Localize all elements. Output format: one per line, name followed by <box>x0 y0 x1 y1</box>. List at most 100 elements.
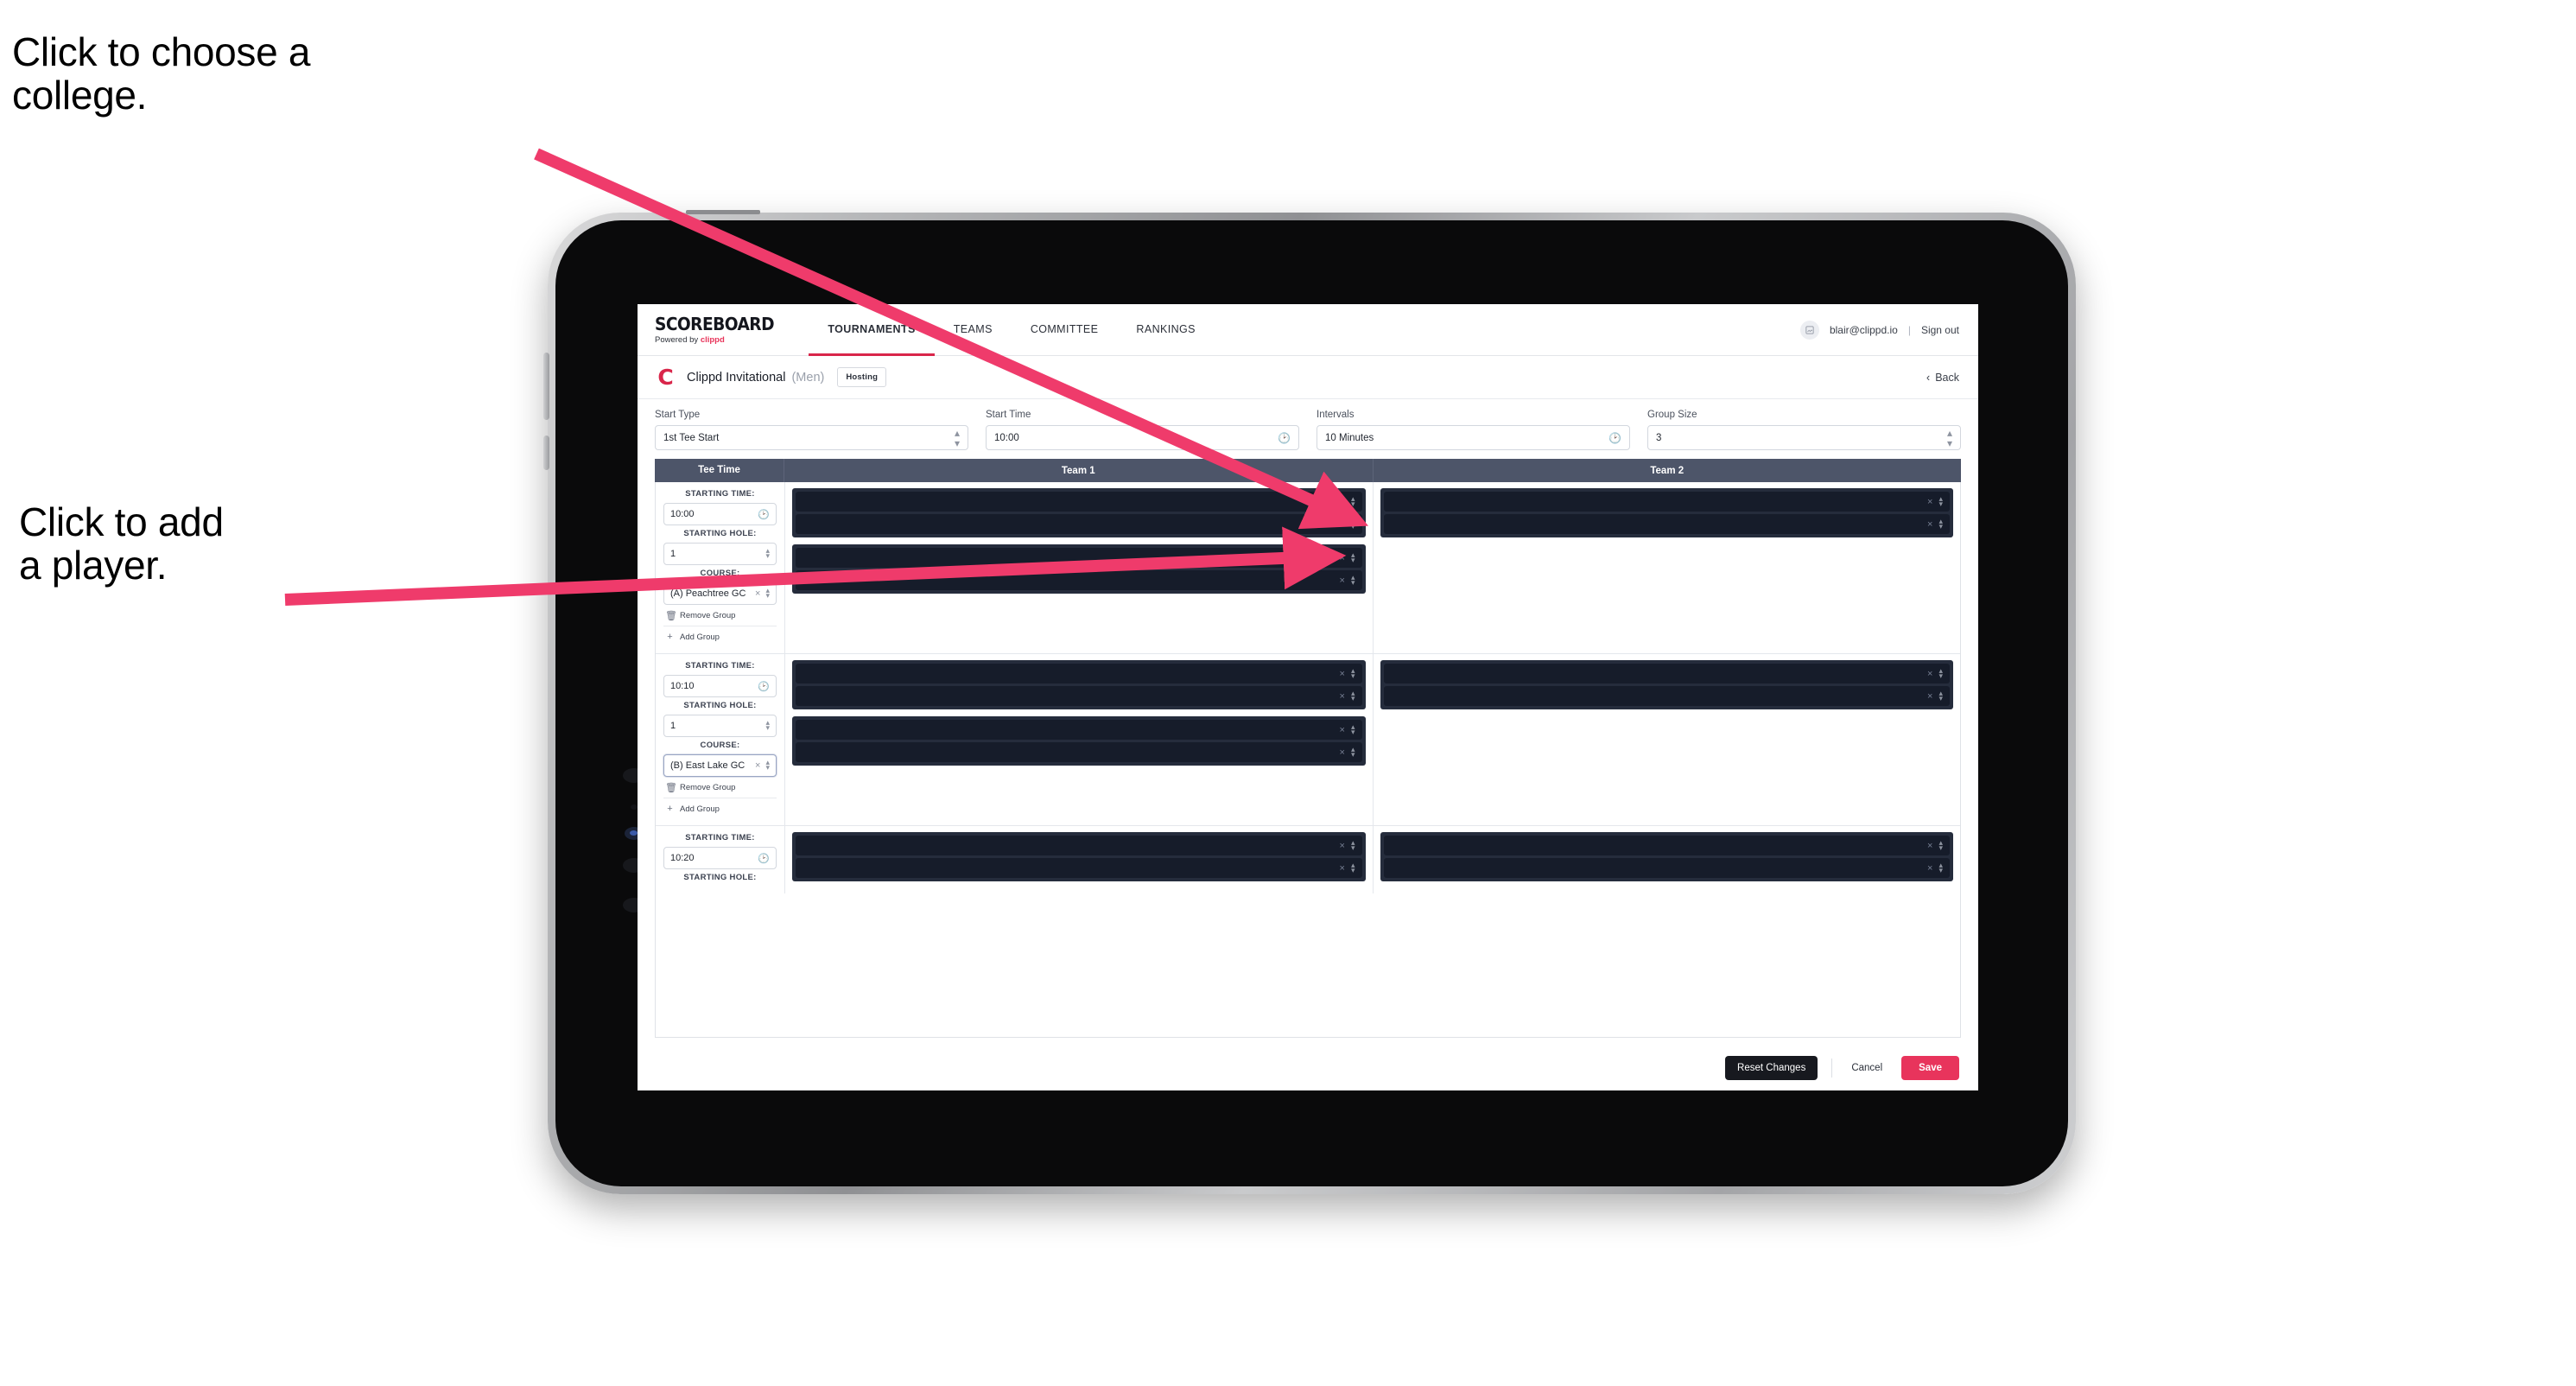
player-slot[interactable]: × ▴ ▾ <box>796 548 1362 568</box>
player-slot[interactable]: × ▴ ▾ <box>796 492 1362 512</box>
player-slot[interactable]: × ▴ ▾ <box>1383 664 1950 683</box>
clear-icon[interactable]: × <box>1927 691 1932 702</box>
player-group-team2[interactable]: × ▴ ▾ × ▴ ▾ <box>1380 832 1953 881</box>
clear-icon[interactable]: × <box>1340 669 1345 679</box>
player-group-team1[interactable]: × ▴ ▾ × ▴ ▾ <box>792 544 1366 594</box>
player-group-team1[interactable]: × ▴ ▾ × ▴ ▾ <box>792 660 1366 709</box>
brand-logo[interactable]: SCOREBOARD Powered by clippd <box>655 304 809 355</box>
player-slot[interactable]: × ▴ ▾ <box>1383 858 1950 878</box>
clock-icon[interactable]: 🕑 <box>758 681 770 692</box>
stepper-icon[interactable]: ▴ ▾ <box>1351 746 1355 758</box>
stepper-icon[interactable]: ▴ ▾ <box>1351 667 1355 679</box>
clear-icon[interactable]: × <box>1340 863 1345 874</box>
clear-icon[interactable]: × <box>755 760 760 771</box>
player-slot[interactable]: × ▴ ▾ <box>1383 686 1950 706</box>
stepper-icon[interactable]: ▴ ▾ <box>1938 495 1943 507</box>
save-button[interactable]: Save <box>1901 1055 1959 1080</box>
start-time-input[interactable]: 10:00 🕑 <box>986 425 1299 450</box>
clear-icon[interactable]: × <box>1340 553 1345 563</box>
player-slot[interactable]: × ▴ ▾ <box>796 836 1362 855</box>
stepper-icon[interactable]: ▴ ▾ <box>1351 723 1355 735</box>
stepper-icon[interactable]: ▴ ▾ <box>1938 861 1943 874</box>
clock-icon[interactable]: 🕑 <box>758 853 770 864</box>
stepper-icon[interactable]: ▴ ▾ <box>765 547 770 559</box>
nav-tab-committee[interactable]: COMMITTEE <box>1012 304 1118 356</box>
stepper-icon[interactable]: ▴ ▾ <box>1938 667 1943 679</box>
cancel-button[interactable]: Cancel <box>1846 1056 1888 1080</box>
start-type-select[interactable]: 1st Tee Start ▴ ▾ <box>655 425 968 450</box>
stepper-icon[interactable]: ▴ ▾ <box>1938 518 1943 530</box>
stepper-icon[interactable]: ▴ ▾ <box>1351 551 1355 563</box>
stepper-icon[interactable]: ▴ ▾ <box>1351 518 1355 530</box>
reset-changes-button[interactable]: Reset Changes <box>1725 1055 1818 1080</box>
nav-tab-tournaments[interactable]: TOURNAMENTS <box>809 304 935 356</box>
clear-icon[interactable]: × <box>1340 747 1345 758</box>
stepper-icon[interactable]: ▴ ▾ <box>1938 690 1943 702</box>
tee-sheet-body[interactable]: STARTING TIME: 10:00 🕑 STARTING HOLE: 1 ▴ ▾ COU… <box>655 482 1961 1038</box>
clock-icon[interactable]: 🕑 <box>1278 433 1291 443</box>
player-slot[interactable]: × ▴ ▾ <box>1383 514 1950 534</box>
stepper-icon[interactable]: ▴ ▾ <box>765 759 770 771</box>
player-group-team2[interactable]: × ▴ ▾ × ▴ ▾ <box>1380 488 1953 537</box>
clear-icon[interactable]: × <box>1340 691 1345 702</box>
clear-icon[interactable]: × <box>1340 497 1345 507</box>
player-group-team1[interactable]: × ▴ ▾ × ▴ ▾ <box>792 488 1366 537</box>
remove-group-button[interactable]: 🗑 Remove Group <box>663 605 777 626</box>
starting-hole-input[interactable]: 1 ▴ ▾ <box>663 543 777 565</box>
player-slot[interactable]: × ▴ ▾ <box>796 742 1362 762</box>
stepper-icon[interactable]: ▴ ▾ <box>1351 574 1355 586</box>
stepper-icon[interactable]: ▴ ▾ <box>1351 690 1355 702</box>
volume-up-button[interactable] <box>543 353 549 420</box>
stepper-icon[interactable]: ▴ ▾ <box>765 587 770 599</box>
player-slot[interactable]: × ▴ ▾ <box>796 514 1362 534</box>
group-size-stepper[interactable]: 3 ▴ ▾ <box>1647 425 1961 450</box>
back-button[interactable]: ‹ Back <box>1926 372 1959 384</box>
starting-hole-input[interactable]: 1 ▴ ▾ <box>663 715 777 737</box>
starting-time-input[interactable]: 10:00 🕑 <box>663 503 777 525</box>
intervals-input[interactable]: 10 Minutes 🕑 <box>1317 425 1630 450</box>
clear-icon[interactable]: × <box>1927 497 1932 507</box>
stepper-icon[interactable]: ▴ ▾ <box>955 428 960 448</box>
stepper-icon[interactable]: ▴ ▾ <box>1351 861 1355 874</box>
starting-time-input[interactable]: 10:20 🕑 <box>663 847 777 869</box>
player-slot[interactable]: × ▴ ▾ <box>796 664 1362 683</box>
clear-icon[interactable]: × <box>755 588 760 599</box>
sign-out-link[interactable]: Sign out <box>1921 324 1959 336</box>
player-slot[interactable]: × ▴ ▾ <box>796 720 1362 740</box>
player-slot[interactable]: × ▴ ▾ <box>796 686 1362 706</box>
clear-icon[interactable]: × <box>1927 841 1932 851</box>
course-select[interactable]: (A) Peachtree GC × ▴ ▾ <box>663 582 777 605</box>
clock-icon[interactable]: 🕑 <box>1608 433 1621 443</box>
footer-divider <box>1831 1058 1833 1078</box>
add-group-button[interactable]: + Add Group <box>663 798 777 818</box>
clear-icon[interactable]: × <box>1927 863 1932 874</box>
player-group-team1[interactable]: × ▴ ▾ × ▴ ▾ <box>792 832 1366 881</box>
player-slot[interactable]: × ▴ ▾ <box>1383 492 1950 512</box>
user-avatar-icon[interactable] <box>1799 320 1819 340</box>
add-group-button[interactable]: + Add Group <box>663 626 777 646</box>
clear-icon[interactable]: × <box>1340 575 1345 586</box>
volume-down-button[interactable] <box>543 436 549 470</box>
clear-icon[interactable]: × <box>1340 519 1345 530</box>
player-slot[interactable]: × ▴ ▾ <box>796 570 1362 590</box>
nav-tab-teams[interactable]: TEAMS <box>935 304 1012 356</box>
stepper-icon[interactable]: ▴ ▾ <box>765 719 770 731</box>
player-group-team2[interactable]: × ▴ ▾ × ▴ ▾ <box>1380 660 1953 709</box>
nav-tab-rankings[interactable]: RANKINGS <box>1117 304 1215 356</box>
player-slot[interactable]: × ▴ ▾ <box>796 858 1362 878</box>
stepper-icon[interactable]: ▴ ▾ <box>1947 428 1952 448</box>
clear-icon[interactable]: × <box>1340 725 1345 735</box>
clear-icon[interactable]: × <box>1340 841 1345 851</box>
stepper-icon[interactable]: ▴ ▾ <box>1351 495 1355 507</box>
starting-time-value: 10:00 <box>670 509 695 519</box>
clock-icon[interactable]: 🕑 <box>758 509 770 520</box>
stepper-icon[interactable]: ▴ ▾ <box>1938 839 1943 851</box>
remove-group-button[interactable]: 🗑 Remove Group <box>663 777 777 798</box>
course-select[interactable]: (B) East Lake GC × ▴ ▾ <box>663 754 777 777</box>
starting-time-input[interactable]: 10:10 🕑 <box>663 675 777 697</box>
clear-icon[interactable]: × <box>1927 669 1932 679</box>
clear-icon[interactable]: × <box>1927 519 1932 530</box>
player-group-team1[interactable]: × ▴ ▾ × ▴ ▾ <box>792 716 1366 766</box>
player-slot[interactable]: × ▴ ▾ <box>1383 836 1950 855</box>
stepper-icon[interactable]: ▴ ▾ <box>1351 839 1355 851</box>
